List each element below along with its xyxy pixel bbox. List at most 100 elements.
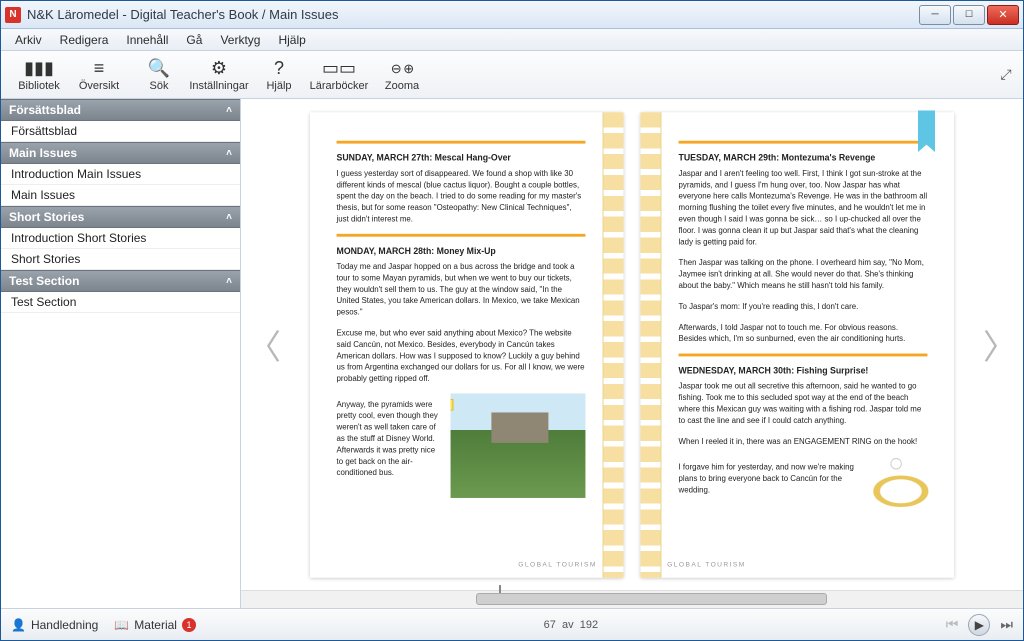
divider <box>337 140 586 143</box>
zoom-icon: ⊖ ⊕ <box>391 58 413 80</box>
page-left: SUNDAY, MARCH 27th: Mescal Hang-Over I g… <box>310 112 624 578</box>
sidebar[interactable]: Försättsblad ˄ Försättsblad Main Issues … <box>1 99 241 608</box>
sidebar-item[interactable]: Test Section <box>1 292 240 313</box>
window-title: N&K Läromedel - Digital Teacher's Book /… <box>27 7 917 22</box>
menubar: Arkiv Redigera Innehåll Gå Verktyg Hjälp <box>1 29 1023 51</box>
entry-heading: WEDNESDAY, MARCH 30th: Fishing Surprise! <box>679 366 928 376</box>
divider <box>337 233 586 236</box>
play-button[interactable]: ▶ <box>968 614 990 636</box>
entry-text: Excuse me, but who ever said anything ab… <box>337 327 586 384</box>
sidebar-section-header[interactable]: Test Section ˄ <box>1 270 240 292</box>
entry-text: Anyway, the pyramids were pretty cool, e… <box>337 398 442 478</box>
page-sep: av <box>562 619 574 631</box>
person-icon: 👤 <box>11 618 26 632</box>
tool-zooma[interactable]: ⊖ ⊕ Zooma <box>377 58 427 92</box>
status-label: Material <box>134 618 177 632</box>
decorative-strip <box>641 112 662 578</box>
tool-bibliotek[interactable]: ▮▮▮ Bibliotek <box>9 58 69 92</box>
sidebar-section-header[interactable]: Försättsblad ˄ <box>1 99 240 121</box>
page-footer: GLOBAL TOURISM <box>667 561 746 568</box>
page-indicator: 67 av 192 <box>196 619 946 631</box>
entry-text: When I reeled it in, there was an ENGAGE… <box>679 435 928 446</box>
page-footer: GLOBAL TOURISM <box>518 561 597 568</box>
horizontal-scrollbar[interactable] <box>241 590 1023 608</box>
content-pane: 〈 〉 SUNDAY, MARCH 27th: Mescal Hang-Over… <box>241 99 1023 608</box>
sidebar-section-title: Test Section <box>9 274 79 288</box>
sidebar-item[interactable]: Main Issues <box>1 185 240 206</box>
entry-text: I forgave him for yesterday, and now we'… <box>679 461 857 495</box>
sidebar-section-title: Main Issues <box>9 146 77 160</box>
next-page-button[interactable]: 〉 <box>985 320 1015 370</box>
app-icon: N <box>5 7 21 23</box>
overview-icon: ≡ <box>94 58 105 80</box>
entry-text: Jaspar and I aren't feeling too well. Fi… <box>679 167 928 247</box>
tool-hjalp[interactable]: ? Hjälp <box>249 58 309 92</box>
sidebar-section-title: Short Stories <box>9 210 84 224</box>
sidebar-item[interactable]: Introduction Main Issues <box>1 164 240 185</box>
window-titlebar: N N&K Läromedel - Digital Teacher's Book… <box>1 1 1023 29</box>
sidebar-section-header[interactable]: Short Stories ˄ <box>1 206 240 228</box>
fullscreen-button[interactable]: ⤢ <box>997 66 1015 84</box>
entry-text: I guess yesterday sort of disappeared. W… <box>337 167 586 224</box>
entry-text: Then Jaspar was talking on the phone. I … <box>679 256 928 290</box>
entry-heading: TUESDAY, MARCH 29th: Montezuma's Revenge <box>679 153 928 163</box>
material-button[interactable]: 📖 Material 1 <box>114 618 196 632</box>
main-area: Försättsblad ˄ Försättsblad Main Issues … <box>1 99 1023 608</box>
menu-redigera[interactable]: Redigera <box>54 31 115 49</box>
search-icon: 🔍 <box>148 58 170 80</box>
skip-back-button[interactable]: ⏮ <box>946 616 959 633</box>
skip-forward-button[interactable]: ⏭ <box>1000 616 1013 633</box>
tool-label: Zooma <box>385 80 419 92</box>
menu-arkiv[interactable]: Arkiv <box>9 31 48 49</box>
books-icon: ▭▭ <box>322 58 356 80</box>
entry-heading: MONDAY, MARCH 28th: Money Mix-Up <box>337 246 586 256</box>
sidebar-section-header[interactable]: Main Issues ˄ <box>1 142 240 164</box>
tool-installningar[interactable]: ⚙ Inställningar <box>189 58 249 92</box>
sticky-note-icon[interactable] <box>451 399 454 410</box>
divider <box>679 140 928 143</box>
menu-verktyg[interactable]: Verktyg <box>214 31 266 49</box>
page-right: TUESDAY, MARCH 29th: Montezuma's Revenge… <box>641 112 954 578</box>
tool-label: Hjälp <box>266 80 291 92</box>
ring-photo <box>866 456 928 505</box>
notification-badge: 1 <box>182 618 196 632</box>
chevron-up-icon: ˄ <box>226 212 232 223</box>
status-label: Handledning <box>31 618 98 632</box>
chevron-up-icon: ˄ <box>226 105 232 116</box>
sidebar-item[interactable]: Introduction Short Stories <box>1 228 240 249</box>
menu-ga[interactable]: Gå <box>180 31 208 49</box>
window-minimize-button[interactable] <box>919 5 951 25</box>
tool-lararbocker[interactable]: ▭▭ Lärarböcker <box>309 58 369 92</box>
page-viewport[interactable]: 〈 〉 SUNDAY, MARCH 27th: Mescal Hang-Over… <box>241 99 1023 590</box>
sidebar-item[interactable]: Försättsblad <box>1 121 240 142</box>
handledning-button[interactable]: 👤 Handledning <box>11 618 98 632</box>
tool-label: Inställningar <box>189 80 248 92</box>
prev-page-button[interactable]: 〈 <box>249 320 279 370</box>
gear-icon: ⚙ <box>211 58 227 80</box>
window-maximize-button[interactable] <box>953 5 985 25</box>
menu-innehall[interactable]: Innehåll <box>120 31 174 49</box>
book-icon: 📖 <box>114 618 129 632</box>
sidebar-section-title: Försättsblad <box>9 103 81 117</box>
chevron-up-icon: ˄ <box>226 148 232 159</box>
current-page-number: 67 <box>544 619 556 631</box>
help-icon: ? <box>274 58 284 80</box>
bookmark-ribbon-icon[interactable] <box>918 110 935 152</box>
entry-heading: SUNDAY, MARCH 27th: Mescal Hang-Over <box>337 153 586 163</box>
sidebar-item[interactable]: Short Stories <box>1 249 240 270</box>
tool-label: Bibliotek <box>18 80 60 92</box>
statusbar: 👤 Handledning 📖 Material 1 67 av 192 ⏮ ▶… <box>1 608 1023 640</box>
chevron-up-icon: ˄ <box>226 276 232 287</box>
scrollbar-thumb[interactable] <box>476 593 828 605</box>
tool-oversikt[interactable]: ≡ Översikt <box>69 58 129 92</box>
decorative-strip <box>603 112 624 578</box>
tool-label: Översikt <box>79 80 119 92</box>
entry-text: Jaspar took me out all secretive this af… <box>679 380 928 426</box>
total-pages-number: 192 <box>580 619 598 631</box>
tool-sok[interactable]: 🔍 Sök <box>129 58 189 92</box>
tool-label: Lärarböcker <box>310 80 369 92</box>
entry-text: Today me and Jaspar hopped on a bus acro… <box>337 260 586 317</box>
menu-hjalp[interactable]: Hjälp <box>272 31 311 49</box>
window-close-button[interactable] <box>987 5 1019 25</box>
page-spread: SUNDAY, MARCH 27th: Mescal Hang-Over I g… <box>310 112 954 578</box>
